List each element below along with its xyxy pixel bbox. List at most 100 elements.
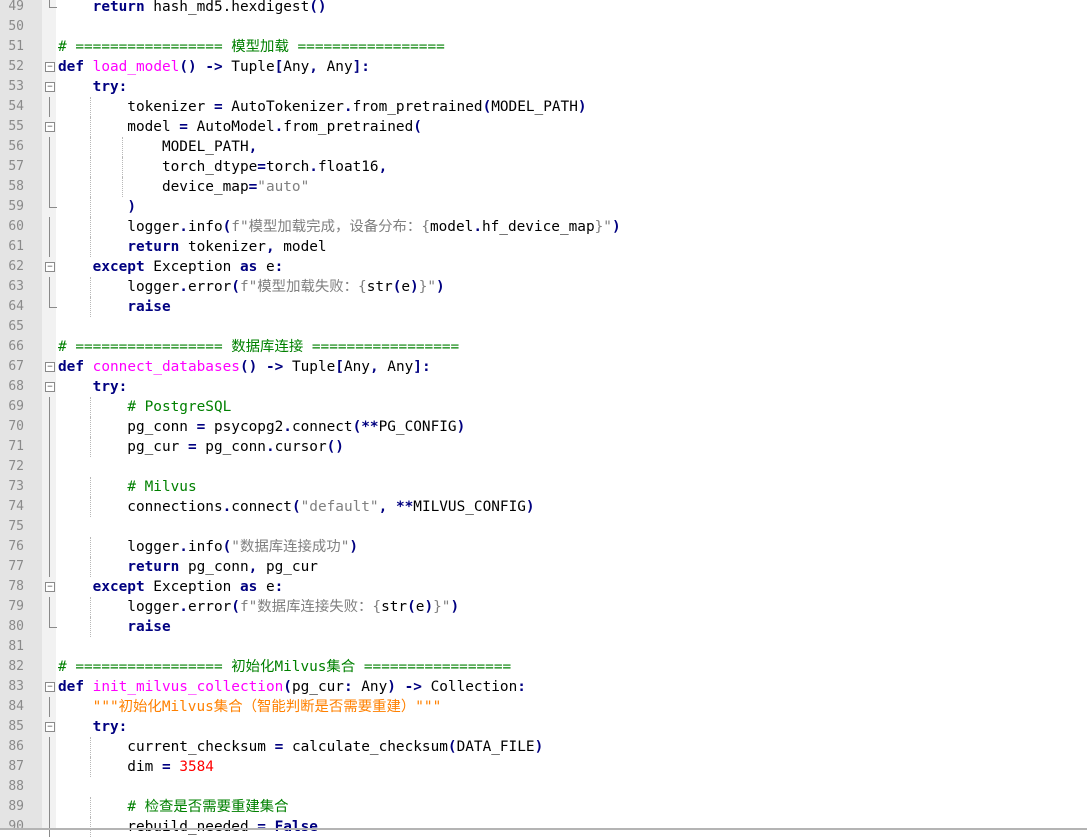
code-token: # PostgreSQL [127,399,232,415]
code-line[interactable]: 77 return pg_conn, pg_cur [0,557,1087,577]
code-line[interactable]: 83 − def init_milvus_collection(pg_cur: An… [0,677,1087,697]
code-line[interactable]: 56 MODEL_PATH, [0,137,1087,157]
code-token: # Milvus [127,479,197,495]
code-line[interactable]: 80 raise [0,617,1087,637]
code-token: hash_md5.hexdigest [144,0,310,15]
code-line[interactable]: 86 current_checksum = calculate_checksum… [0,737,1087,757]
line-number: 87 [8,759,24,774]
code-line[interactable]: 78 − except Exception as e: [0,577,1087,597]
code-line[interactable]: 84 """初始化Milvus集合（智能判断是否需要重建）""" [0,697,1087,717]
code-token: model [58,119,180,135]
line-number: 66 [8,339,24,354]
code-token: ( [413,119,422,135]
code-line[interactable]: 88 [0,777,1087,797]
code-line[interactable]: 61 return tokenizer, model [0,237,1087,257]
line-number: 61 [8,239,24,254]
code-token: "default" [300,499,379,515]
code-token: , [248,139,258,155]
code-token: connections [58,499,223,515]
code-text: ) [58,197,136,217]
line-number: 82 [8,659,24,674]
line-number: 79 [8,599,24,614]
code-line[interactable]: 60 logger.info(f"模型加载完成，设备分布：{model.hf_d… [0,217,1087,237]
fold-toggle-icon[interactable]: − [45,82,55,92]
code-line[interactable]: 58 device_map="auto" [0,177,1087,197]
code-token: # ================= 初始化Milvus集合 ========… [58,659,512,675]
code-line[interactable]: 79 logger.error(f"数据库连接失败：{str(e)}") [0,597,1087,617]
code-line[interactable]: 67− def connect_databases() -> Tuple[Any,… [0,357,1087,377]
fold-line-icon [49,137,50,157]
code-text: """初始化Milvus集合（智能判断是否需要重建）""" [58,697,442,717]
fold-toggle-icon[interactable]: − [45,682,55,692]
code-line[interactable]: 68 − try: [0,377,1087,397]
code-token: () [326,439,344,455]
line-number: 53 [8,79,24,94]
code-text: logger.error(f"模型加载失败：{str(e)}") [58,277,444,297]
code-line[interactable]: 53 − try: [0,77,1087,97]
code-line[interactable]: 89 # 检查是否需要重建集合 [0,797,1087,817]
fold-end-icon [49,297,57,308]
code-line[interactable]: 62 − except Exception as e: [0,257,1087,277]
fold-toggle-icon[interactable]: − [45,122,55,132]
fold-line-icon [49,517,50,537]
code-line[interactable]: 65 [0,317,1087,337]
line-number: 57 [8,159,24,174]
code-line[interactable]: 51 # ================= 模型加载 =============… [0,37,1087,57]
code-token: , [265,239,275,255]
code-line[interactable]: 49 return hash_md5.hexdigest() [0,0,1087,17]
fold-line-icon [49,237,50,257]
code-token: () [309,0,327,15]
code-line[interactable]: 74 connections.connect("default", **MILV… [0,497,1087,517]
code-line[interactable]: 82 # ================= 初始化Milvus集合 ======… [0,657,1087,677]
code-line[interactable]: 87 dim = 3584 [0,757,1087,777]
code-line[interactable]: 59 ) [0,197,1087,217]
code-text: rebuild_needed = False [58,817,318,837]
code-token: MODEL_PATH [491,99,578,115]
code-line[interactable]: 55 − model = AutoModel.from_pretrained( [0,117,1087,137]
code-line[interactable]: 63 logger.error(f"模型加载失败：{str(e)}") [0,277,1087,297]
code-token: . [274,119,284,135]
code-token: -> [404,679,422,695]
fold-toggle-icon[interactable]: − [45,362,55,372]
code-line[interactable]: 66 # ================= 数据库连接 ============… [0,337,1087,357]
code-line[interactable]: 71 pg_cur = pg_conn.cursor() [0,437,1087,457]
code-line[interactable]: 81 [0,637,1087,657]
code-line[interactable]: 52− def load_model() -> Tuple[Any, Any]: [0,57,1087,77]
code-line[interactable]: 76 logger.info("数据库连接成功") [0,537,1087,557]
fold-toggle-icon[interactable]: − [45,722,55,732]
code-line[interactable]: 57 torch_dtype=torch.float16, [0,157,1087,177]
code-line[interactable]: 50 [0,17,1087,37]
fold-toggle-icon[interactable]: − [45,262,55,272]
line-number: 52 [8,59,24,74]
code-line[interactable]: 72 [0,457,1087,477]
line-number: 83 [8,679,24,694]
code-line[interactable]: 73 # Milvus [0,477,1087,497]
code-text: MODEL_PATH, [58,137,257,157]
code-line[interactable]: 54 tokenizer = AutoTokenizer.from_pretra… [0,97,1087,117]
line-number: 73 [8,479,24,494]
code-token: dim [58,759,162,775]
line-number: 84 [8,699,24,714]
code-line[interactable]: 90 rebuild_needed = False [0,817,1087,837]
code-line[interactable]: 69 # PostgreSQL [0,397,1087,417]
code-text: return hash_md5.hexdigest() [58,0,327,17]
code-line[interactable]: 70 pg_conn = psycopg2.connect(**PG_CONFI… [0,417,1087,437]
code-line[interactable]: 75 [0,517,1087,537]
code-token: . [179,539,188,555]
code-text: # ================= 模型加载 ===============… [58,37,445,57]
code-token: ) [534,739,544,755]
code-line[interactable]: 64 raise [0,297,1087,317]
code-line[interactable]: 85 − try: [0,717,1087,737]
code-token: Collection [421,679,518,695]
code-editor[interactable]: 49 return hash_md5.hexdigest() 50 51 # ====… [0,0,1087,837]
fold-toggle-icon[interactable]: − [45,62,55,72]
fold-toggle-icon[interactable]: − [45,582,55,592]
code-token: calculate_checksum [283,739,448,755]
code-token: ( [231,279,240,295]
fold-toggle-icon[interactable]: − [45,382,55,392]
line-number: 80 [8,619,24,634]
